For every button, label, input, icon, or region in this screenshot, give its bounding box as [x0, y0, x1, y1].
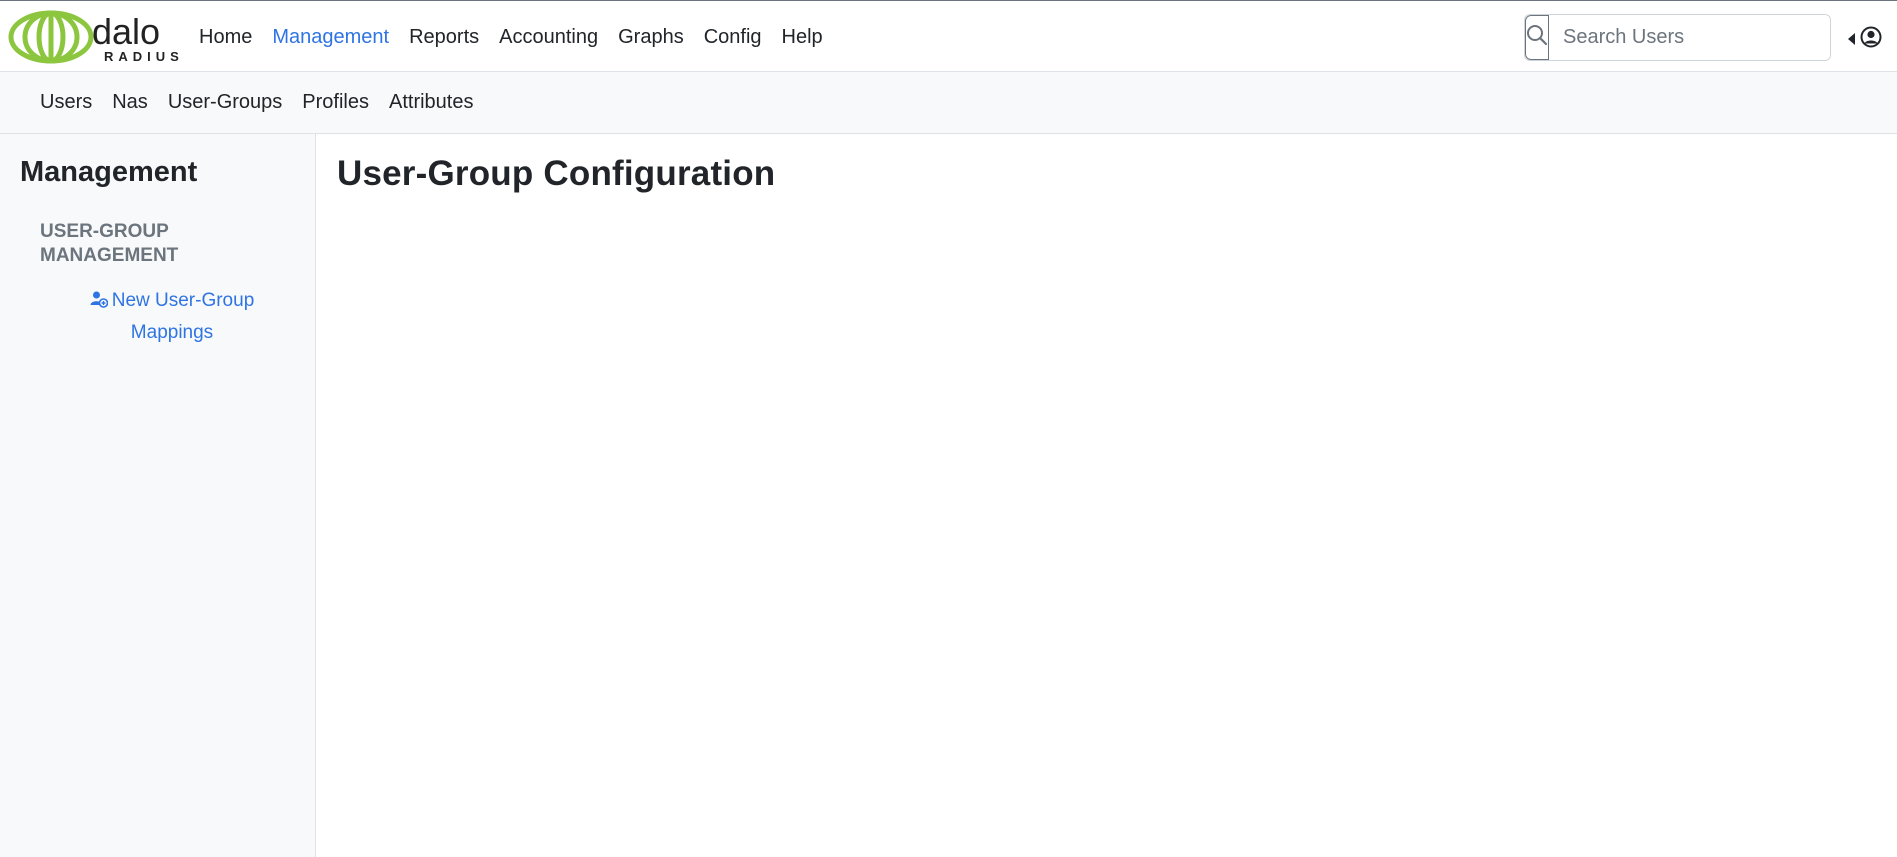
- sidebar-section-heading: USER-GROUP MANAGEMENT: [40, 221, 179, 266]
- nav-accounting[interactable]: Accounting: [489, 1, 608, 73]
- subnav-profiles[interactable]: Profiles: [292, 91, 379, 114]
- nav-reports[interactable]: Reports: [399, 1, 489, 73]
- subnav-users[interactable]: Users: [30, 91, 102, 114]
- user-menu-toggle[interactable]: [1848, 25, 1882, 53]
- user-plus-icon: [90, 288, 109, 318]
- top-navbar: dalo RADIUS Home Management Reports Acco…: [0, 0, 1897, 72]
- subnav-attributes[interactable]: Attributes: [379, 91, 483, 114]
- search-icon: [1526, 24, 1548, 51]
- daloradius-logo[interactable]: dalo RADIUS: [8, 10, 183, 64]
- page-title: User-Group Configuration: [337, 154, 776, 193]
- search-users-input[interactable]: [1549, 15, 1830, 60]
- subnav-nas[interactable]: Nas: [102, 91, 158, 114]
- search-users-form: [1524, 14, 1831, 61]
- sub-nav: Users Nas User-Groups Profiles Attribute…: [0, 72, 1897, 134]
- main-content: User-Group Configuration: [317, 134, 1897, 857]
- nav-home[interactable]: Home: [189, 1, 262, 73]
- sidebar: Management USER-GROUP MANAGEMENT New Use…: [0, 134, 316, 857]
- nav-management[interactable]: Management: [262, 1, 399, 73]
- user-circle-icon: [1860, 26, 1882, 53]
- search-button[interactable]: [1525, 15, 1549, 60]
- nav-help[interactable]: Help: [772, 1, 833, 73]
- caret-left-icon: [1848, 33, 1855, 45]
- sidebar-title: Management: [20, 156, 198, 188]
- main-nav: Home Management Reports Accounting Graph…: [189, 1, 833, 73]
- nav-config[interactable]: Config: [694, 1, 772, 73]
- sidebar-link-new-user-group-mappings[interactable]: New User-Group Mappings: [72, 286, 272, 348]
- svg-text:RADIUS: RADIUS: [104, 49, 183, 64]
- svg-text:dalo: dalo: [92, 11, 160, 52]
- subnav-user-groups[interactable]: User-Groups: [158, 91, 292, 114]
- sidebar-link-label: New User-Group Mappings: [111, 290, 255, 343]
- nav-graphs[interactable]: Graphs: [608, 1, 694, 73]
